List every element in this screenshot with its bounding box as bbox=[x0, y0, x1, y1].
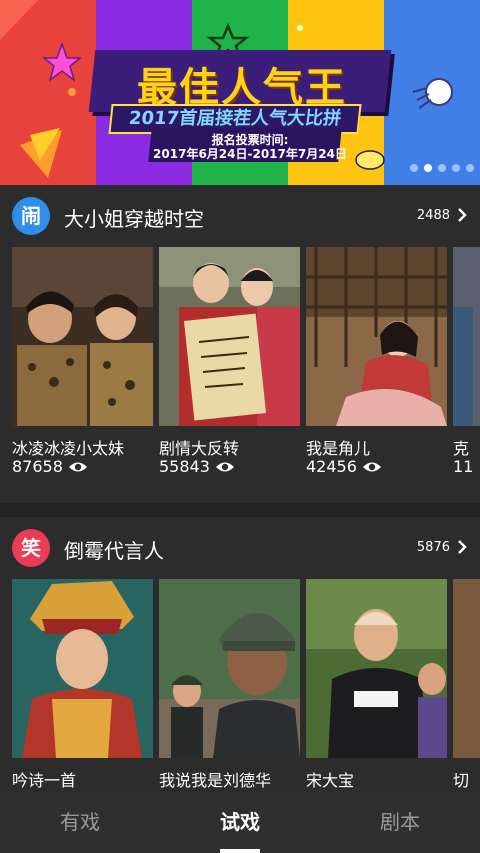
section-title: 大小姐穿越时空 bbox=[64, 207, 204, 231]
video-card[interactable]: 宋大宝 bbox=[306, 579, 447, 790]
video-card[interactable]: 克 11 bbox=[453, 247, 480, 476]
section-title: 倒霉代言人 bbox=[64, 539, 164, 563]
chevron-right-icon[interactable] bbox=[456, 207, 468, 223]
card-title: 克 bbox=[453, 439, 470, 458]
section-header[interactable]: 笑 倒霉代言人 5876 bbox=[0, 517, 480, 579]
card-title: 切 bbox=[453, 771, 470, 790]
card-views: 55843 bbox=[159, 457, 210, 476]
video-card[interactable]: 吟诗一首 bbox=[12, 579, 153, 790]
thumbnail-image bbox=[453, 579, 480, 758]
video-thumbnail[interactable] bbox=[12, 579, 153, 758]
section-count: 2488 bbox=[416, 208, 450, 223]
video-thumbnail[interactable] bbox=[12, 247, 153, 426]
section-header[interactable]: 闹 大小姐穿越时空 2488 bbox=[0, 185, 480, 247]
video-card[interactable]: 剧情大反转 55843 bbox=[159, 247, 300, 476]
video-thumbnail[interactable] bbox=[453, 247, 480, 426]
section-1: 闹 大小姐穿越时空 2488 冰凌冰凌小太妹 87658 剧情大反转 55843… bbox=[0, 185, 480, 503]
card-views: 87658 bbox=[12, 457, 63, 476]
thumbnail-image bbox=[453, 247, 480, 426]
tab-youxi[interactable]: 有戏 bbox=[0, 792, 160, 853]
card-row: 冰凌冰凌小太妹 87658 剧情大反转 55843 我是角儿 42456 克 1… bbox=[12, 247, 480, 503]
banner-pagination bbox=[410, 164, 474, 172]
video-thumbnail[interactable] bbox=[159, 247, 300, 426]
app-root: 最佳人气王 2017首届接茬人气大比拼 报名投票时间: 2017年6月24日-2… bbox=[0, 0, 480, 853]
card-title: 冰凌冰凌小太妹 bbox=[12, 439, 125, 458]
card-views: 11 bbox=[453, 457, 474, 476]
thumbnail-image bbox=[306, 247, 447, 426]
thumbnail-image bbox=[12, 247, 153, 426]
card-title: 宋大宝 bbox=[306, 771, 355, 790]
card-views: 42456 bbox=[306, 457, 357, 476]
video-thumbnail[interactable] bbox=[306, 579, 447, 758]
chevron-right-icon[interactable] bbox=[456, 539, 468, 555]
active-tab-indicator bbox=[220, 849, 260, 853]
thumbnail-image bbox=[159, 247, 300, 426]
thumbnail-image bbox=[159, 579, 300, 758]
thumbnail-image bbox=[306, 579, 447, 758]
eye-icon bbox=[69, 462, 87, 472]
video-card[interactable]: 我说我是刘德华 bbox=[159, 579, 300, 790]
card-title: 剧情大反转 bbox=[159, 439, 240, 458]
video-card[interactable]: 切 bbox=[453, 579, 480, 790]
video-thumbnail[interactable] bbox=[306, 247, 447, 426]
pagination-dot-active[interactable] bbox=[424, 164, 432, 172]
bottom-tab-bar: 有戏 试戏 剧本 bbox=[0, 792, 480, 853]
section-badge: 笑 bbox=[12, 529, 50, 567]
card-title: 我是角儿 bbox=[306, 439, 371, 458]
card-row: 吟诗一首 我说我是刘德华 宋大宝 切 bbox=[12, 579, 480, 792]
pagination-dot[interactable] bbox=[466, 164, 474, 172]
video-card[interactable]: 我是角儿 42456 bbox=[306, 247, 447, 476]
card-title: 吟诗一首 bbox=[12, 771, 77, 790]
video-card[interactable]: 冰凌冰凌小太妹 87658 bbox=[12, 247, 153, 476]
tab-shixi[interactable]: 试戏 bbox=[160, 792, 320, 853]
section-count: 5876 bbox=[416, 540, 450, 555]
video-thumbnail[interactable] bbox=[453, 579, 480, 758]
section-2: 笑 倒霉代言人 5876 吟诗一首 我说我是刘德华 宋大宝 切 bbox=[0, 517, 480, 792]
pagination-dot[interactable] bbox=[410, 164, 418, 172]
pagination-dot[interactable] bbox=[452, 164, 460, 172]
thumbnail-image bbox=[12, 579, 153, 758]
eye-icon bbox=[216, 462, 234, 472]
eye-icon bbox=[363, 462, 381, 472]
section-badge: 闹 bbox=[12, 197, 50, 235]
video-thumbnail[interactable] bbox=[159, 579, 300, 758]
tab-label: 试戏 bbox=[220, 810, 260, 834]
pagination-dot[interactable] bbox=[438, 164, 446, 172]
tab-juben[interactable]: 剧本 bbox=[320, 792, 480, 853]
card-title: 我说我是刘德华 bbox=[159, 771, 272, 790]
banner-vote-dates: 2017年6月24日-2017年7月24日 bbox=[153, 147, 347, 161]
